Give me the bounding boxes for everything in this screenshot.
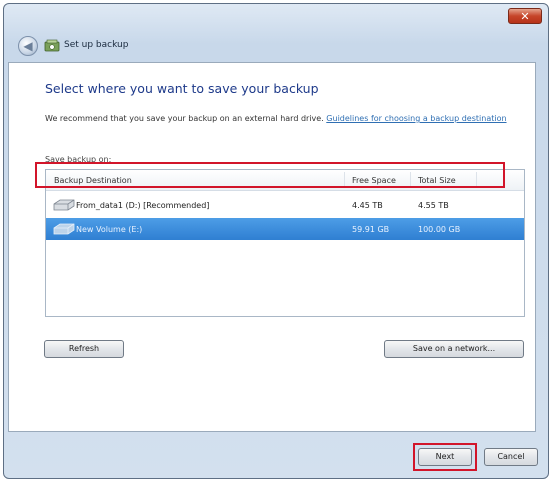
cancel-button[interactable]: Cancel — [484, 448, 538, 466]
title-bar: ◀ Set up backup — [8, 34, 546, 60]
destination-name: From_data1 (D:) [Recommended] — [76, 201, 210, 210]
backup-app-icon — [44, 39, 60, 52]
column-header-free-space[interactable]: Free Space — [352, 176, 396, 185]
list-row-drive-e[interactable]: New Volume (E:) 59.91 GB 100.00 GB — [46, 218, 524, 240]
save-on-network-button[interactable]: Save on a network... — [384, 340, 524, 358]
close-button[interactable]: ✕ — [508, 8, 542, 24]
list-row-drive-d[interactable]: From_data1 (D:) [Recommended] 4.45 TB 4.… — [46, 194, 524, 216]
destination-name: New Volume (E:) — [76, 225, 143, 234]
column-divider — [410, 172, 411, 188]
backup-destination-list[interactable]: Backup Destination Free Space Total Size… — [45, 169, 525, 317]
total-size-value: 100.00 GB — [418, 225, 461, 234]
free-space-value: 4.45 TB — [352, 201, 383, 210]
next-button[interactable]: Next — [418, 448, 472, 466]
free-space-value: 59.91 GB — [352, 225, 390, 234]
window-title: Set up backup — [64, 40, 129, 50]
refresh-button[interactable]: Refresh — [44, 340, 124, 358]
column-divider — [344, 172, 345, 188]
content-panel: Select where you want to save your backu… — [8, 62, 536, 432]
list-header: Backup Destination Free Space Total Size — [46, 170, 524, 191]
guidelines-link[interactable]: Guidelines for choosing a backup destina… — [326, 114, 506, 123]
recommendation-sentence: We recommend that you save your backup o… — [45, 114, 324, 123]
column-header-total-size[interactable]: Total Size — [418, 176, 456, 185]
total-size-value: 4.55 TB — [418, 201, 449, 210]
column-divider — [476, 172, 477, 188]
column-header-destination[interactable]: Backup Destination — [54, 176, 132, 185]
save-backup-on-label: Save backup on: — [45, 155, 112, 164]
hard-drive-icon — [53, 199, 75, 211]
back-arrow-icon: ◀ — [23, 39, 33, 53]
hard-drive-icon — [53, 223, 75, 235]
back-button[interactable]: ◀ — [18, 36, 38, 56]
page-heading: Select where you want to save your backu… — [45, 81, 319, 96]
recommendation-text: We recommend that you save your backup o… — [45, 113, 525, 124]
